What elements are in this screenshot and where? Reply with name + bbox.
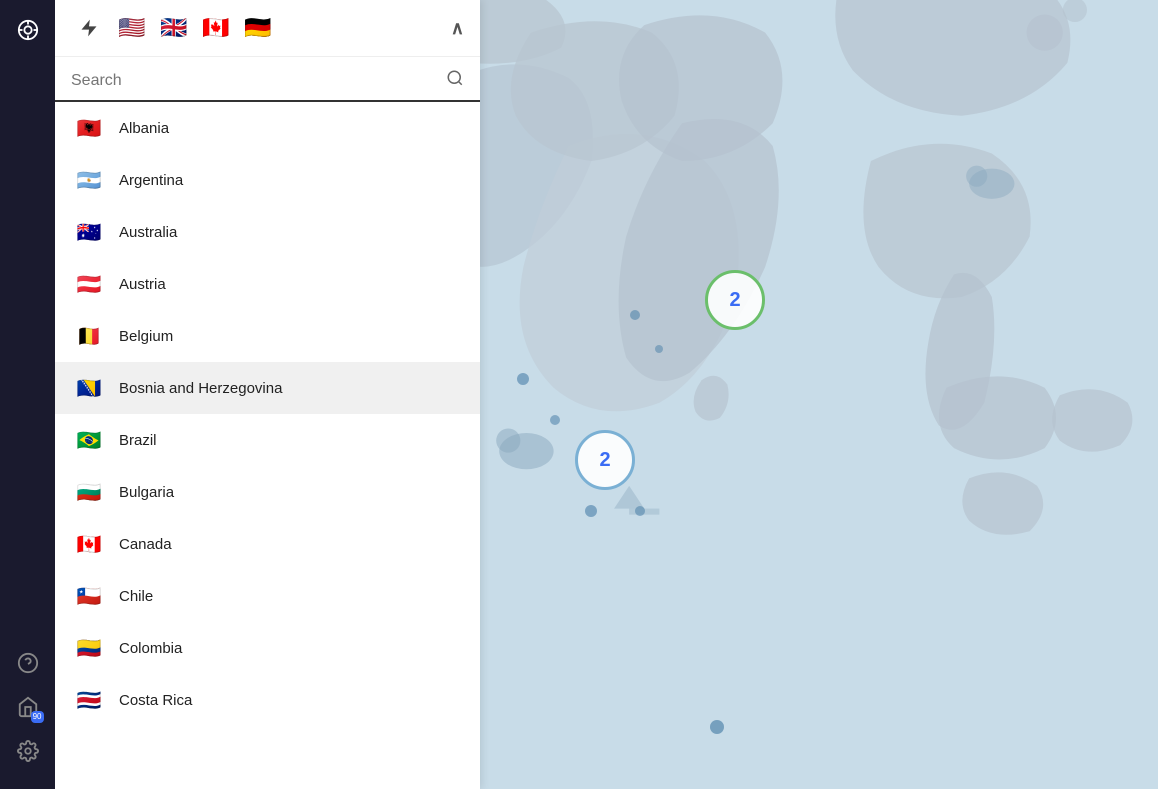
house-icon[interactable]: 90 [10,689,46,725]
country-name-br: Brazil [119,432,157,449]
settings-icon[interactable] [10,733,46,769]
flag-au: 🇦🇺 [73,216,105,248]
map-bubble-2-green[interactable]: 2 [705,270,765,330]
flag-br: 🇧🇷 [73,424,105,456]
map-dot-7 [550,415,560,425]
flag-co: 🇨🇴 [73,632,105,664]
map-bubble-2-blue[interactable]: 2 [575,430,635,490]
country-item-be[interactable]: 🇧🇪 Belgium [55,310,480,362]
country-name-ba: Bosnia and Herzegovina [119,380,282,397]
map-dot-8 [585,505,597,517]
flag-ca: 🇨🇦 [73,528,105,560]
country-item-cl[interactable]: 🇨🇱 Chile [55,570,480,622]
country-list: 🇦🇱 Albania 🇦🇷 Argentina 🇦🇺 Australia 🇦🇹 Austria… [55,102,480,789]
country-name-ar: Argentina [119,172,183,189]
country-name-ca: Canada [119,536,172,553]
flag-us[interactable]: 🇺🇸 [115,11,149,45]
question-icon[interactable] [10,645,46,681]
sidebar: 90 [0,0,55,789]
flag-ba: 🇧🇦 [73,372,105,404]
quick-connect-bar: 🇺🇸 🇬🇧 🇨🇦 🇩🇪 ∧ [55,0,480,57]
country-item-ca[interactable]: 🇨🇦 Canada [55,518,480,570]
flag-ar: 🇦🇷 [73,164,105,196]
country-name-al: Albania [119,120,169,137]
country-name-au: Australia [119,224,177,241]
search-icon [446,69,464,92]
flag-cr: 🇨🇷 [73,684,105,716]
country-item-cr[interactable]: 🇨🇷 Costa Rica [55,674,480,726]
country-item-co[interactable]: 🇨🇴 Colombia [55,622,480,674]
flag-cl: 🇨🇱 [73,580,105,612]
house-badge: 90 [31,711,44,723]
chevron-up-icon[interactable]: ∧ [451,18,464,39]
flag-gb[interactable]: 🇬🇧 [157,11,191,45]
country-item-ar[interactable]: 🇦🇷 Argentina [55,154,480,206]
map-dot-9 [635,506,645,516]
lightning-icon[interactable] [71,10,107,46]
country-item-al[interactable]: 🇦🇱 Albania [55,102,480,154]
country-name-be: Belgium [119,328,173,345]
country-name-bg: Bulgaria [119,484,174,501]
country-item-ba[interactable]: 🇧🇦 Bosnia and Herzegovina [55,362,480,414]
country-item-br[interactable]: 🇧🇷 Brazil [55,414,480,466]
country-name-cr: Costa Rica [119,692,192,709]
flag-al: 🇦🇱 [73,112,105,144]
country-name-at: Austria [119,276,166,293]
map-dot-6 [517,373,529,385]
country-name-co: Colombia [119,640,182,657]
country-item-au[interactable]: 🇦🇺 Australia [55,206,480,258]
map-dot-12 [655,345,663,353]
flag-de[interactable]: 🇩🇪 [241,11,275,45]
search-input[interactable] [71,72,446,90]
flag-bg: 🇧🇬 [73,476,105,508]
country-item-at[interactable]: 🇦🇹 Austria [55,258,480,310]
target-icon[interactable] [10,12,46,48]
map-dot-10 [710,720,724,734]
main-area: 5 16 3 2 2 [55,0,1158,789]
search-bar [55,57,480,102]
flag-at: 🇦🇹 [73,268,105,300]
country-item-bg[interactable]: 🇧🇬 Bulgaria [55,466,480,518]
country-name-cl: Chile [119,588,153,605]
flag-be: 🇧🇪 [73,320,105,352]
map-dot-11 [630,310,640,320]
flag-ca[interactable]: 🇨🇦 [199,11,233,45]
country-panel: 🇺🇸 🇬🇧 🇨🇦 🇩🇪 ∧ 🇦🇱 Albania 🇦🇷 Argentina 🇦🇺 Aust… [55,0,480,789]
